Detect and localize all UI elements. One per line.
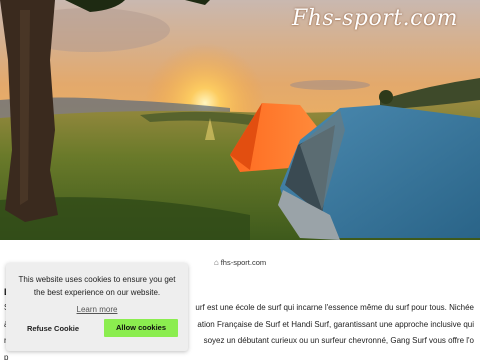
article-line-text: ation Française de Surf et Handi Surf, g… <box>197 319 474 329</box>
article-line-text: soyez un débutant curieux ou un surfeur … <box>203 336 474 345</box>
hero-image <box>0 0 480 240</box>
article-line-start: p <box>4 352 9 360</box>
cookie-message: This website uses cookies to ensure you … <box>18 275 176 297</box>
home-icon: ⌂ <box>213 258 219 267</box>
article-line: p <box>4 350 474 360</box>
refuse-cookie-button[interactable]: Refuse Cookie <box>18 320 88 337</box>
home-link-label[interactable]: fhs-sport.com <box>221 258 266 267</box>
article-line-text: urf est une école de surf qui incarne l'… <box>195 303 474 312</box>
site-logo[interactable]: Fhs-sport.com <box>292 6 458 31</box>
allow-cookies-button[interactable]: Allow cookies <box>104 319 178 337</box>
hero-banner: Fhs-sport.com <box>0 0 480 240</box>
learn-more-link[interactable]: Learn more <box>77 305 118 314</box>
cookie-consent-banner: This website uses cookies to ensure you … <box>6 263 188 351</box>
